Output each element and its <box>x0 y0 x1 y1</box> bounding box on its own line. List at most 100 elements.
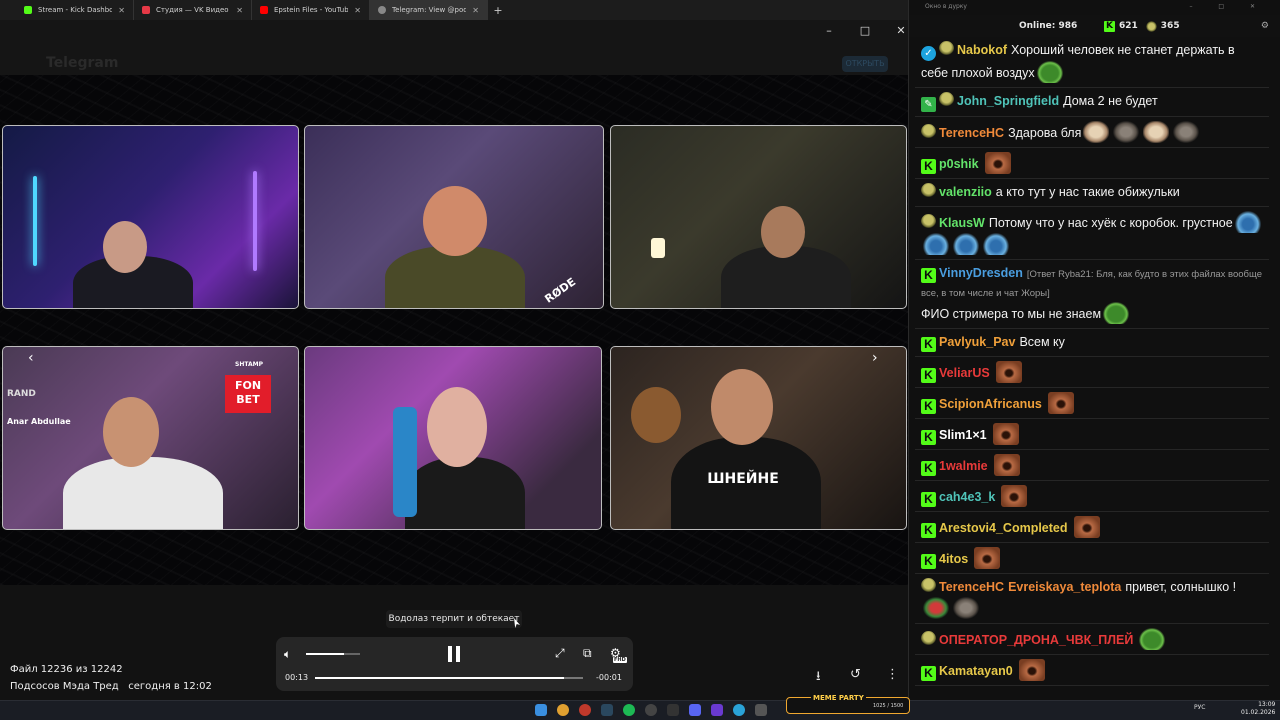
open-in-telegram-button[interactable]: ОТКРЫТЬ <box>842 56 888 72</box>
download-icon[interactable]: ⭳ <box>816 667 821 689</box>
chat-message-text: Потому что у нас хуёк с коробок. грустно… <box>988 216 1233 230</box>
obs-icon[interactable] <box>645 704 657 716</box>
chat-username[interactable]: Slim1×1 <box>939 428 987 442</box>
tab-label: Stream - Kick Dashboard <box>38 6 113 14</box>
kick-icon: K <box>1104 20 1115 32</box>
chat-username[interactable]: Nabokof <box>957 43 1007 57</box>
streamer-head <box>427 387 487 467</box>
kick-badge-icon <box>921 399 936 414</box>
spotify-icon[interactable] <box>623 704 635 716</box>
browser-tab-bar: Stream - Kick Dashboard ✕ Студия — VK Ви… <box>0 0 908 20</box>
post-date: сегодня в 12:02 <box>128 681 212 692</box>
app-icon[interactable] <box>755 704 767 716</box>
more-options-icon[interactable]: ⋮ <box>886 667 899 682</box>
next-arrow-icon[interactable]: › <box>872 350 878 366</box>
chat-username[interactable]: valenziio <box>939 185 992 199</box>
system-clock[interactable]: 13:09 01.02.2026 <box>1241 701 1275 717</box>
telegram-header: Telegram ОТКРЫТЬ <box>0 20 908 80</box>
neon-light <box>33 176 37 266</box>
chat-username[interactable]: KlausW <box>939 216 985 230</box>
pepe-emote-icon <box>1103 302 1130 324</box>
minimize-icon[interactable]: – <box>822 24 836 37</box>
seek-bar[interactable] <box>315 677 583 679</box>
subscriber-badge-icon <box>921 124 936 139</box>
teddy-bear <box>631 387 681 443</box>
volume-icon[interactable]: 🔈︎ <box>284 647 291 662</box>
chat-username[interactable]: TerenceHC <box>939 580 1004 594</box>
chat-message: TerenceHC Evreiskaya_teplota привет, солны… <box>915 574 1269 624</box>
media-icon[interactable] <box>711 704 723 716</box>
face-emote-icon <box>1073 516 1100 538</box>
chat-username[interactable]: ОПЕРАТОР_ДРОНА_ЧВК_ПЛЕЙ <box>939 633 1133 647</box>
chat-username[interactable]: John_Springfield <box>957 94 1059 108</box>
start-icon[interactable] <box>535 704 547 716</box>
chat-username[interactable]: VeliarUS <box>939 366 990 380</box>
close-tab-icon[interactable]: ✕ <box>354 6 361 15</box>
language-indicator[interactable]: РУС <box>1194 704 1205 711</box>
kick-badge-icon <box>921 492 936 507</box>
chat-username[interactable]: p0shik <box>939 157 979 171</box>
close-tab-icon[interactable]: ✕ <box>118 6 125 15</box>
kick-badge-icon <box>921 523 936 538</box>
current-time: 00:13 <box>285 673 309 682</box>
previous-arrow-icon[interactable]: ‹ <box>28 350 34 366</box>
new-tab-button[interactable]: + <box>488 4 508 17</box>
steam-icon[interactable] <box>601 704 613 716</box>
pause-button[interactable] <box>447 646 461 662</box>
fullscreen-icon[interactable]: ⤢ <box>555 646 565 661</box>
chat-window-controls[interactable]: – □ ✕ <box>1189 0 1267 14</box>
tab-telegram[interactable]: Telegram: View @podsos_club ✕ <box>370 0 488 20</box>
chat-settings-icon[interactable]: ⚙ <box>1261 21 1269 31</box>
tab-youtube[interactable]: Epstein Files - YouTube ✕ <box>252 0 370 20</box>
kick-badge-icon <box>921 666 936 681</box>
tab-kick-dashboard[interactable]: Stream - Kick Dashboard ✕ <box>16 0 134 20</box>
file-info: Файл 12236 из 12242 Подсосов Мэда Тред с… <box>10 661 212 695</box>
chat-mention[interactable]: Evreiskaya_teplota <box>1008 580 1121 594</box>
rode-mic-logo: RØDE <box>542 275 579 306</box>
maximize-icon[interactable]: □ <box>858 24 872 37</box>
chat-message: ОПЕРАТОР_ДРОНА_ЧВК_ПЛЕЙ <box>915 624 1269 655</box>
close-tab-icon[interactable]: ✕ <box>236 6 243 15</box>
subscriber-badge-icon <box>921 183 936 198</box>
face-emote-icon <box>1047 392 1074 414</box>
chat-username[interactable]: cah4e3_k <box>939 490 995 504</box>
tab-vk-studio[interactable]: Студия — VK Видео Live ✕ <box>134 0 252 20</box>
chat-message: VeliarUS <box>915 357 1269 388</box>
chat-username[interactable]: TerenceHC <box>939 126 1004 140</box>
volume-slider[interactable] <box>306 653 360 655</box>
chat-message: cah4e3_k <box>915 481 1269 512</box>
chat-username[interactable]: ScipionAfricanus <box>939 397 1042 411</box>
app-icon[interactable] <box>667 704 679 716</box>
wave-emote-icon <box>953 233 979 255</box>
chat-username[interactable]: Arestovi4_Completed <box>939 521 1068 535</box>
video-cell-3 <box>610 125 907 309</box>
telegram-taskbar-icon[interactable] <box>733 704 745 716</box>
chat-message: TerenceHC Здарова бля <box>915 117 1269 148</box>
close-icon[interactable]: ✕ <box>894 24 908 37</box>
face-emote-icon <box>1001 485 1028 507</box>
subscriber-badge-icon <box>921 631 936 646</box>
video-cell-4: RAND Anar Abdullae SHTAMP FON BET <box>2 346 299 530</box>
video-cell-5 <box>304 346 602 530</box>
rotate-icon[interactable]: ↺ <box>850 667 861 682</box>
close-tab-icon[interactable]: ✕ <box>472 6 479 15</box>
media-controls: 🔈︎ ⤢ ⧉ ⚙ FHD 00:13 -00:01 <box>276 637 633 691</box>
discord-icon[interactable] <box>689 704 701 716</box>
pepe-emote-icon <box>1036 61 1063 83</box>
subscriber-badge-icon <box>939 41 954 56</box>
browser-icon[interactable] <box>579 704 591 716</box>
chat-username[interactable]: 4itos <box>939 552 968 566</box>
video-caption-tooltip: Водолаз терпит и обтекает <box>386 610 522 628</box>
chat-message-list[interactable]: NabokofХороший человек не станет держать… <box>915 37 1275 688</box>
streamer <box>405 457 525 529</box>
subscriber-badge-icon <box>921 214 936 229</box>
chat-username[interactable]: 1walmie <box>939 459 988 473</box>
rat-emote-icon <box>1113 121 1140 143</box>
picture-in-picture-icon[interactable]: ⧉ <box>583 646 592 661</box>
chat-message: KlausW Потому что у нас хуёк с коробок. г… <box>915 207 1269 260</box>
face-emote-icon <box>974 547 1001 569</box>
chat-username[interactable]: Pavlyuk_Pav <box>939 335 1015 349</box>
chrome-icon[interactable] <box>557 704 569 716</box>
chat-username[interactable]: Kamatayan0 <box>939 664 1013 678</box>
chat-username[interactable]: VinnyDresden <box>939 266 1023 280</box>
